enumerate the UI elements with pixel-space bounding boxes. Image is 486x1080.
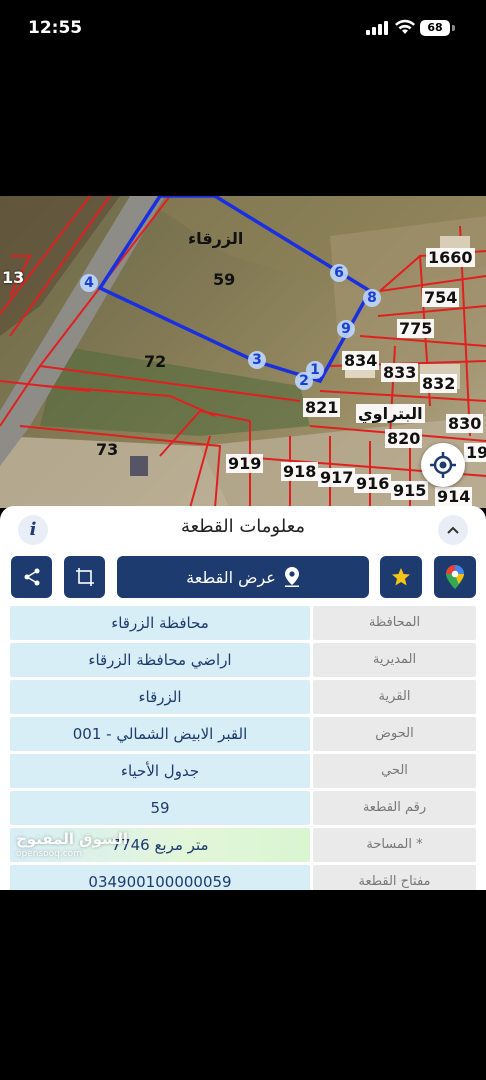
parcel-info-panel: i معلومات القطعة عرض القطعة محافظة الزرق… — [0, 506, 486, 890]
info-row-village: الزرقاء القرية — [10, 680, 476, 714]
map-label-820: 820 — [385, 429, 423, 448]
google-maps-icon — [446, 565, 464, 589]
map-label-919: 919 — [226, 454, 264, 473]
map-label-918: 918 — [281, 462, 319, 481]
wifi-icon — [395, 19, 415, 34]
info-key: القرية — [313, 680, 476, 714]
map-label-13: 13 — [2, 268, 25, 287]
info-value: القبر الابيض الشمالي - 001 — [10, 717, 310, 751]
map-label-830: 830 — [446, 414, 484, 433]
map-label-754: 754 — [422, 288, 460, 307]
info-key: الحي — [313, 754, 476, 788]
map-label-914: 914 — [435, 487, 473, 506]
info-value: الزرقاء — [10, 680, 310, 714]
info-row-neighborhood: جدول الأحياء الحي — [10, 754, 476, 788]
google-maps-button[interactable] — [434, 556, 476, 598]
map-label-832: 832 — [420, 374, 458, 393]
location-pin-icon — [284, 567, 299, 587]
info-value: محافظة الزرقاء — [10, 606, 310, 640]
panel-toolbar: عرض القطعة — [0, 556, 486, 600]
measure-area-button[interactable] — [64, 556, 105, 598]
battery-indicator: 68 — [420, 20, 450, 36]
map-label-916: 916 — [354, 474, 392, 493]
info-key: المحافظة — [313, 606, 476, 640]
boundary-vertex-9[interactable]: 9 — [337, 320, 355, 338]
satellite-map[interactable]: الزرقاء 59 72 73 13 1660 754 775 834 833… — [0, 196, 486, 508]
map-label-59: 59 — [213, 270, 236, 289]
show-parcel-button[interactable]: عرض القطعة — [117, 556, 369, 598]
status-time: 12:55 — [28, 18, 83, 38]
map-label-917: 917 — [318, 468, 356, 487]
info-row-basin: القبر الابيض الشمالي - 001 الحوض — [10, 717, 476, 751]
battery-tip — [452, 25, 455, 31]
map-label-915: 915 — [391, 481, 429, 500]
crosshair-location-icon — [430, 452, 456, 478]
map-label-72: 72 — [144, 352, 167, 371]
cellular-signal-icon — [366, 21, 388, 35]
info-value: جدول الأحياء — [10, 754, 310, 788]
map-label-19: 19 — [464, 443, 486, 462]
info-key: رقم القطعة — [313, 791, 476, 825]
chevron-up-icon — [447, 526, 459, 534]
panel-title: معلومات القطعة — [180, 516, 306, 537]
info-row-governorate: محافظة الزرقاء المحافظة — [10, 606, 476, 640]
info-value: اراضي محافظة الزرقاء — [10, 643, 310, 677]
map-label-833: 833 — [381, 363, 419, 382]
status-bar: 12:55 68 — [0, 0, 486, 60]
info-row-directorate: اراضي محافظة الزرقاء المديرية — [10, 643, 476, 677]
map-label-zarqa: الزرقاء — [188, 229, 244, 248]
info-key: المساحة * — [313, 828, 476, 862]
info-row-parcel-number: 59 رقم القطعة — [10, 791, 476, 825]
crop-frame-icon — [75, 568, 94, 586]
boundary-vertex-8[interactable]: 8 — [363, 289, 381, 307]
info-key: المديرية — [313, 643, 476, 677]
map-label-775: 775 — [397, 319, 435, 338]
star-icon — [392, 568, 410, 586]
parcel-info-rows: محافظة الزرقاء المحافظة اراضي محافظة الز… — [10, 606, 476, 890]
collapse-button[interactable] — [438, 515, 468, 545]
boundary-vertex-3[interactable]: 3 — [248, 351, 266, 369]
locate-me-button[interactable] — [421, 443, 465, 487]
boundary-vertex-4[interactable]: 4 — [80, 274, 98, 292]
info-value: 034900100000059 — [10, 865, 310, 890]
map-label-834: 834 — [342, 351, 380, 370]
boundary-vertex-6[interactable]: 6 — [330, 264, 348, 282]
show-parcel-label: عرض القطعة — [186, 567, 276, 587]
info-key: مفتاح القطعة — [313, 865, 476, 890]
info-key: الحوض — [313, 717, 476, 751]
boundary-vertex-2[interactable]: 2 — [295, 372, 313, 390]
watermark-brand: السوق المفتوح — [16, 830, 129, 848]
panel-header: i معلومات القطعة — [0, 506, 486, 552]
info-row-parcel-key: 034900100000059 مفتاح القطعة — [10, 865, 476, 890]
info-value: 59 — [10, 791, 310, 825]
info-row-area: 7746 متر مربع السوق المفتوح opensooq.com… — [10, 828, 476, 862]
map-label-73: 73 — [96, 440, 119, 459]
opensooq-watermark: السوق المفتوح opensooq.com — [16, 832, 128, 862]
map-label-batrawi: البتراوي — [356, 404, 425, 423]
share-icon — [24, 568, 39, 586]
info-value-wrapper: 7746 متر مربع السوق المفتوح opensooq.com — [10, 828, 310, 862]
map-label-1660: 1660 — [426, 248, 475, 267]
map-label-821: 821 — [303, 398, 341, 417]
watermark-site: opensooq.com — [16, 849, 82, 859]
favorite-button[interactable] — [380, 556, 422, 598]
share-button[interactable] — [11, 556, 52, 598]
